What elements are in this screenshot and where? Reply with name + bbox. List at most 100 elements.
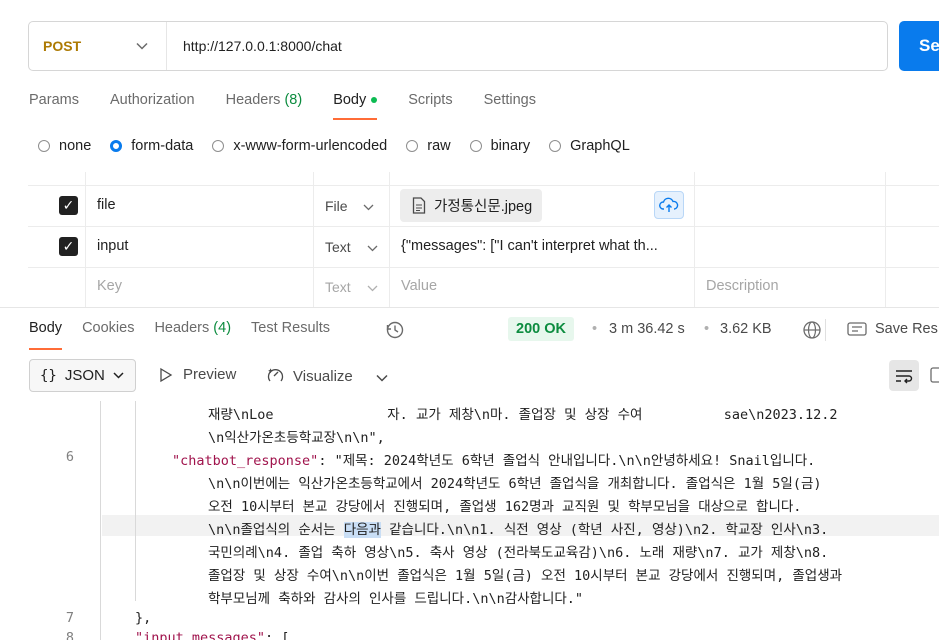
code-line: }, — [135, 610, 152, 626]
active-dot-icon — [371, 97, 378, 104]
code-line: \n\n이번에는 익산가온초등학교에서 2024학년도 6학년 졸업식을 개최합… — [208, 476, 822, 492]
row-type-label: File — [325, 198, 348, 214]
meta-separator: • — [592, 321, 598, 337]
tab-response-headers[interactable]: Headers (4) — [154, 320, 231, 350]
description-placeholder[interactable]: Description — [706, 278, 779, 294]
row-enabled-checkbox[interactable]: ✓ — [59, 196, 78, 215]
code-line: "input_messages": [ — [135, 630, 289, 640]
row-type-select[interactable]: Text — [325, 239, 378, 255]
radio-label: x-www-form-urlencoded — [233, 138, 388, 154]
tab-label: Test Results — [251, 320, 331, 336]
wrap-lines-button[interactable] — [889, 360, 919, 391]
radio-circle-icon — [406, 140, 419, 152]
code-text: \n\n졸업식의 순서는 — [208, 522, 344, 538]
divider — [0, 307, 939, 308]
code-line: \n익산가온초등학교장\n\n", — [208, 430, 385, 446]
tab-authorization[interactable]: Authorization — [110, 92, 195, 120]
code-line: 오전 10시부터 본교 강당에서 진행되며, 졸업생 162명과 교직원 및 학… — [208, 499, 802, 515]
radio-label: binary — [490, 138, 531, 154]
radio-binary[interactable]: binary — [469, 138, 531, 154]
tab-headers[interactable]: Headers (8) — [226, 92, 303, 120]
headers-count: (4) — [213, 320, 232, 336]
cloud-upload-icon — [659, 197, 679, 212]
radio-form-data[interactable]: form-data — [110, 138, 193, 154]
tab-settings[interactable]: Settings — [484, 92, 536, 120]
chevron-down-icon — [367, 245, 378, 252]
response-code-viewer[interactable]: 재량\nLoe 자. 교가 제창\n마. 졸업장 및 상장 수여 sae\n20… — [28, 401, 939, 640]
line-number: 7 — [65, 610, 74, 626]
request-tabs: Params Authorization Headers (8) Body Sc… — [29, 92, 567, 120]
json-value: : [ — [265, 630, 290, 640]
radio-circle-icon — [549, 140, 562, 152]
file-chip[interactable]: 가정통신문.jpeg — [400, 189, 543, 222]
table-row: ✓ input Text {"messages": ["I can't inte… — [28, 227, 939, 268]
save-response-button[interactable]: Save Res — [847, 321, 938, 337]
radio-circle-icon — [38, 140, 50, 152]
send-button[interactable]: Se — [899, 21, 939, 71]
tab-params[interactable]: Params — [29, 92, 79, 120]
chevron-down-icon — [367, 285, 378, 292]
code-line: 학부모님께 축하와 감사의 인사를 드립니다.\n\n감사합니다." — [208, 591, 584, 607]
radio-graphql[interactable]: GraphQL — [549, 138, 630, 154]
code-line: 졸업장 및 상장 수여\n\n이번 졸업식은 1월 5일(금) 오전 10시부터… — [208, 568, 843, 584]
code-line: 국민의례\n4. 졸업 축하 영상\n5. 축사 영상 (전라북도교육감)\n6… — [208, 545, 829, 561]
visualize-label: Visualize — [293, 367, 353, 385]
table-header-row — [28, 172, 939, 186]
globe-icon[interactable] — [802, 320, 822, 345]
visualize-menu-chevron-icon[interactable] — [376, 369, 388, 387]
row-key[interactable]: file — [97, 197, 116, 213]
method-label: POST — [43, 38, 82, 54]
upload-cloud-button[interactable] — [654, 191, 684, 219]
radio-none[interactable]: none — [38, 138, 91, 154]
row-value[interactable]: {"messages": ["I can't interpret what th… — [401, 238, 658, 254]
code-text: 같습니다.\n\n1. 식전 영상 (학년 사진, 영상)\n2. 학교장 인사… — [380, 522, 829, 538]
radio-x-www-form-urlencoded[interactable]: x-www-form-urlencoded — [212, 138, 387, 154]
response-size[interactable]: 3.62 KB — [720, 321, 772, 337]
tab-label: Headers — [225, 92, 281, 108]
type-placeholder-select[interactable]: Text — [325, 279, 378, 295]
tab-body[interactable]: Body — [333, 92, 378, 120]
radio-raw[interactable]: raw — [406, 138, 451, 154]
chevron-down-icon — [136, 39, 148, 53]
form-data-table: ✓ file File 가정통신문.jpeg ✓ input Text {"me… — [28, 172, 939, 307]
history-icon[interactable] — [385, 320, 405, 345]
save-response-icon — [847, 322, 867, 336]
indent-guide — [135, 401, 136, 601]
url-input[interactable]: http://127.0.0.1:8000/chat — [167, 38, 342, 54]
tab-test-results[interactable]: Test Results — [251, 320, 330, 350]
file-name: 가정통신문.jpeg — [434, 199, 533, 215]
tab-label: Scripts — [408, 92, 453, 108]
copy-icon[interactable] — [929, 364, 939, 389]
response-tabs: Body Cookies Headers (4) Test Results — [29, 320, 350, 350]
row-enabled-checkbox[interactable]: ✓ — [59, 237, 78, 256]
format-select[interactable]: {} JSON — [29, 359, 136, 392]
radio-circle-icon — [469, 140, 482, 152]
radio-circle-icon — [212, 140, 225, 152]
visualize-button[interactable]: Visualize — [266, 366, 353, 386]
row-type-select[interactable]: File — [325, 198, 374, 214]
format-label: JSON — [64, 367, 105, 384]
type-placeholder-label: Text — [325, 279, 351, 295]
code-line: \n\n졸업식의 순서는 다음과 같습니다.\n\n1. 식전 영상 (학년 사… — [208, 518, 828, 538]
method-select[interactable]: POST — [29, 22, 167, 70]
wrap-lines-icon — [896, 369, 913, 383]
headers-count: (8) — [284, 92, 303, 108]
response-time[interactable]: 3 m 36.42 s — [609, 321, 685, 337]
tab-response-body[interactable]: Body — [29, 320, 63, 350]
tab-label: Params — [29, 92, 79, 108]
radio-label: raw — [427, 138, 451, 154]
status-badge[interactable]: 200 OK — [508, 317, 574, 341]
tab-scripts[interactable]: Scripts — [408, 92, 452, 120]
key-placeholder[interactable]: Key — [97, 278, 122, 294]
url-bar: POST http://127.0.0.1:8000/chat — [28, 21, 888, 71]
preview-button[interactable]: Preview — [159, 366, 236, 383]
preview-label: Preview — [183, 366, 237, 383]
file-icon — [412, 197, 426, 214]
value-placeholder[interactable]: Value — [401, 278, 437, 294]
tab-label: Body — [333, 92, 367, 108]
row-key[interactable]: input — [97, 238, 128, 254]
code-line: "chatbot_response": "제목: 2024학년도 6학년 졸업식… — [172, 449, 815, 469]
json-key: "chatbot_response" — [172, 453, 319, 469]
tab-label: Headers — [154, 320, 210, 336]
tab-cookies[interactable]: Cookies — [82, 320, 134, 350]
